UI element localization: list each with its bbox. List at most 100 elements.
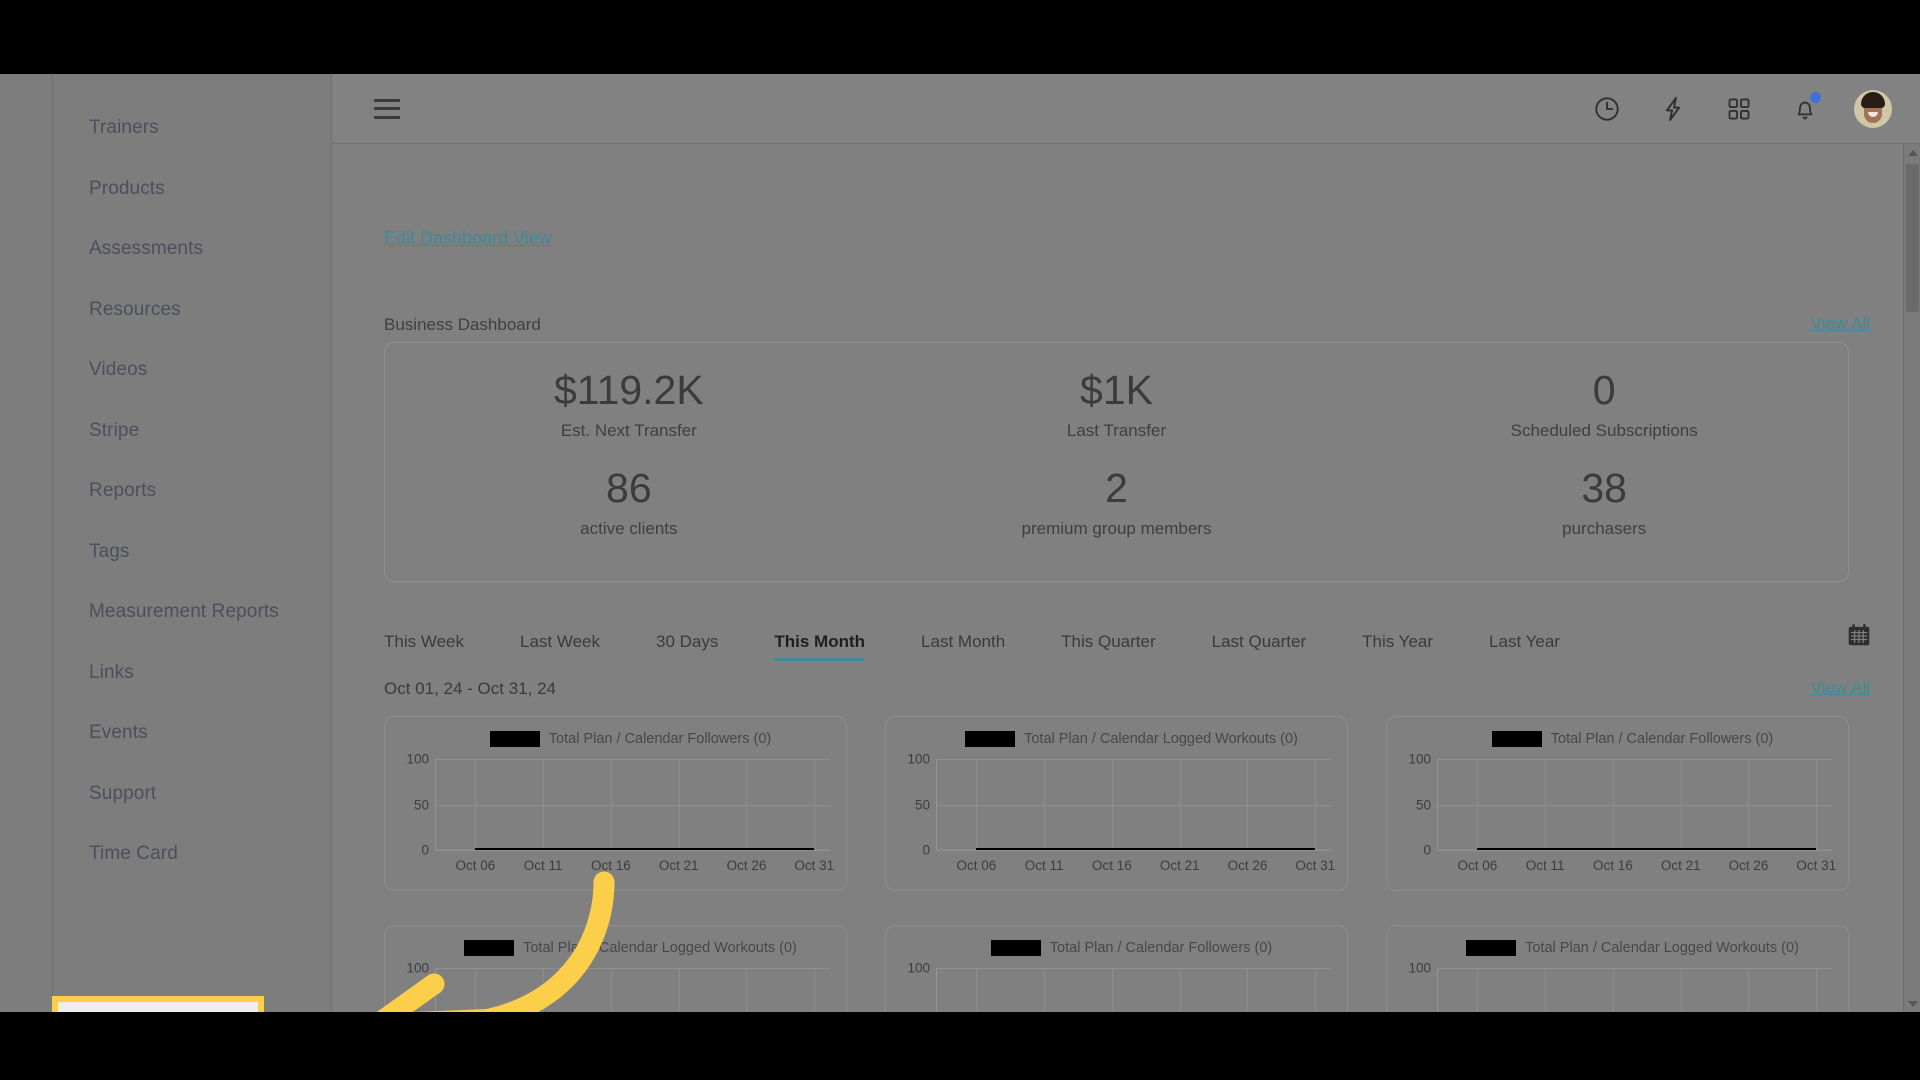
stat-label: purchasers (1562, 519, 1647, 539)
chevron-down-icon (1907, 1000, 1918, 1007)
hamburger-line (374, 98, 400, 102)
chart-gridline (937, 804, 1331, 806)
legend-label: Total Plan / Calendar Followers (0) (548, 731, 772, 747)
chart-grid: Total Plan / Calendar Followers (0) 0 50 10… (384, 716, 1849, 1012)
chart-series-line (976, 848, 1316, 850)
legend-label: Total Plan / Calendar Logged Workouts (0… (1024, 731, 1298, 747)
chart-gridline (746, 968, 748, 1012)
sidebar-item-lifecycle[interactable]: Lifecycle (52, 996, 264, 1012)
clock-icon[interactable] (1590, 92, 1624, 126)
sidebar-item-resources[interactable]: Resources (53, 280, 332, 341)
notification-bell-icon[interactable] (1788, 91, 1822, 126)
avatar[interactable] (1854, 89, 1892, 128)
sidebar-item-products[interactable]: Products (53, 159, 332, 220)
scrollbar-thumb[interactable] (1906, 164, 1919, 312)
sidebar-item-support[interactable]: Support (53, 764, 332, 825)
chart-gridline (1438, 804, 1832, 806)
chart-x-tick-label: Oct 06 (1457, 858, 1498, 873)
chart-gridline (1044, 968, 1046, 1012)
legend-color-swatch (1491, 731, 1542, 747)
chart-gridline (1179, 968, 1181, 1012)
sidebar-item-label: Events (89, 722, 148, 744)
legend-color-swatch (489, 731, 540, 747)
chart-axes: 0 50 100 Oct 06 Oct 11 Oct 16 Oct 21 Oct 26 Oct … (907, 752, 1335, 874)
sidebar-item-measurement-reports[interactable]: Measurement Reports (53, 582, 332, 643)
stat-value: 2 (1105, 465, 1128, 511)
charts-view-all-link[interactable]: View All (1811, 678, 1870, 698)
chart-gridline (1748, 759, 1750, 850)
chart-card[interactable]: Total Plan / Calendar Logged Workouts (0… (1386, 925, 1849, 1012)
lightning-bolt-icon[interactable] (1656, 92, 1690, 126)
chart-gridline (436, 968, 830, 969)
range-tab-this-month[interactable]: This Month (774, 632, 865, 661)
vertical-scrollbar[interactable] (1903, 144, 1920, 1012)
chart-card[interactable]: Total Plan / Calendar Logged Workouts (0… (384, 925, 847, 1012)
scroll-up-arrow-icon[interactable] (1904, 144, 1920, 161)
chart-plot-area: 100Oct 06Oct 11Oct 16Oct 21Oct 26Oct 31 (900, 960, 1335, 1012)
sidebar-item-tags[interactable]: Tags (53, 522, 332, 583)
chart-x-tick-label: Oct 06 (455, 858, 496, 873)
sidebar: Trainers Products Assessments Resources Vide… (0, 74, 332, 1012)
range-tab-this-quarter[interactable]: This Quarter (1061, 632, 1155, 661)
chart-card[interactable]: Total Plan / Calendar Followers (0) 0 50 10… (384, 716, 847, 891)
stat-label: Scheduled Subscriptions (1510, 421, 1698, 441)
hamburger-menu-icon[interactable] (374, 98, 400, 119)
chart-gridline (814, 759, 816, 850)
legend-label: Total Plan / Calendar Logged Workouts (0… (1525, 940, 1799, 956)
sidebar-item-reports[interactable]: Reports (53, 461, 332, 522)
stat-value: 0 (1592, 367, 1616, 413)
chart-card[interactable]: Total Plan / Calendar Logged Workouts (0… (885, 716, 1348, 891)
sidebar-item-label: Tags (89, 540, 130, 562)
sidebar-item-label: Measurement Reports (89, 601, 279, 623)
range-tab-last-quarter[interactable]: Last Quarter (1212, 632, 1307, 661)
chart-y-tick-label: 100 (907, 960, 930, 976)
chart-gridline (1438, 759, 1832, 760)
range-tab-this-year[interactable]: This Year (1362, 632, 1433, 661)
chart-gridline (436, 804, 830, 806)
range-tab-this-week[interactable]: This Week (384, 632, 464, 661)
scroll-down-arrow-icon[interactable] (1904, 995, 1920, 1012)
sidebar-item-videos[interactable]: Videos (53, 340, 332, 401)
stat-tile: 38 purchasers (1360, 465, 1848, 539)
stat-value: 86 (606, 465, 652, 511)
chart-card[interactable]: Total Plan / Calendar Followers (0) 100Oc… (885, 925, 1348, 1012)
chart-gridline (937, 759, 1331, 760)
sidebar-item-trainers[interactable]: Trainers (53, 98, 332, 159)
apps-grid-icon[interactable] (1722, 92, 1756, 126)
chart-gridline (1315, 968, 1317, 1012)
chart-gridline (436, 759, 830, 760)
chart-gridline (436, 850, 830, 851)
sidebar-item-events[interactable]: Events (53, 703, 332, 764)
stat-value: $1K (1080, 367, 1153, 413)
chart-series-line (1477, 848, 1817, 850)
chart-x-tick-label: Oct 21 (1159, 858, 1200, 873)
chart-card[interactable]: Total Plan / Calendar Followers (0) 0 50 10… (1386, 716, 1849, 891)
chart-gridline (1438, 850, 1832, 851)
chart-legend: Total Plan / Calendar Logged Workouts (0… (900, 729, 1333, 749)
sidebar-item-links[interactable]: Links (53, 643, 332, 704)
header-actions (1590, 89, 1892, 128)
range-tab-last-year[interactable]: Last Year (1489, 632, 1560, 661)
chart-gridline (1247, 759, 1249, 850)
range-tab-last-week[interactable]: Last Week (520, 632, 600, 661)
stats-row-secondary: 86 active clients 2 premium group members 38… (385, 465, 1848, 539)
sidebar-item-stripe[interactable]: Stripe (53, 401, 332, 462)
legend-color-swatch (464, 940, 515, 956)
hamburger-line (374, 107, 400, 110)
hamburger-line (374, 115, 400, 119)
chart-x-tick-label: Oct 26 (726, 858, 767, 873)
chart-x-tick-label: Oct 26 (1227, 858, 1268, 873)
selected-date-range: Oct 01, 24 - Oct 31, 24 (384, 679, 556, 698)
calendar-icon[interactable] (1846, 622, 1872, 653)
business-dashboard-view-all-link[interactable]: View All (1811, 314, 1870, 334)
notification-badge-dot (1810, 91, 1821, 103)
chart-gridline (543, 968, 545, 1012)
edit-dashboard-view-link[interactable]: Edit Dashboard View (384, 228, 552, 249)
avatar-hair (1861, 91, 1885, 108)
sidebar-item-time-card[interactable]: Time Card (53, 824, 332, 885)
stat-tile: $1K Last Transfer (873, 367, 1361, 441)
range-tab-30-days[interactable]: 30 Days (656, 632, 718, 661)
range-tab-last-month[interactable]: Last Month (921, 632, 1005, 661)
sidebar-item-assessments[interactable]: Assessments (53, 219, 332, 280)
chart-gridline (678, 968, 680, 1012)
